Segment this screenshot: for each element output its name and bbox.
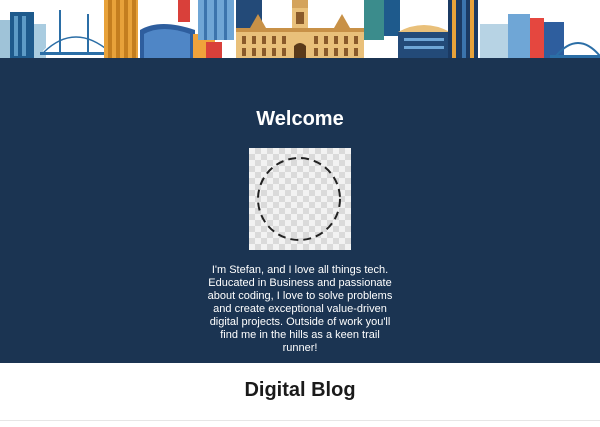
welcome-section: Welcome I'm Stefan, and I love all thing… <box>0 61 600 363</box>
blog-title: Digital Blog <box>244 379 356 401</box>
profile-avatar <box>249 148 351 250</box>
welcome-title: Welcome <box>256 108 344 130</box>
skyline-banner <box>0 0 600 61</box>
blog-section: Digital Blog <box>0 363 600 421</box>
profile-placeholder-circle <box>257 157 341 241</box>
bio-text: I'm Stefan, and I love all things tech. … <box>207 264 393 354</box>
city-skyline-illustration <box>0 0 600 61</box>
